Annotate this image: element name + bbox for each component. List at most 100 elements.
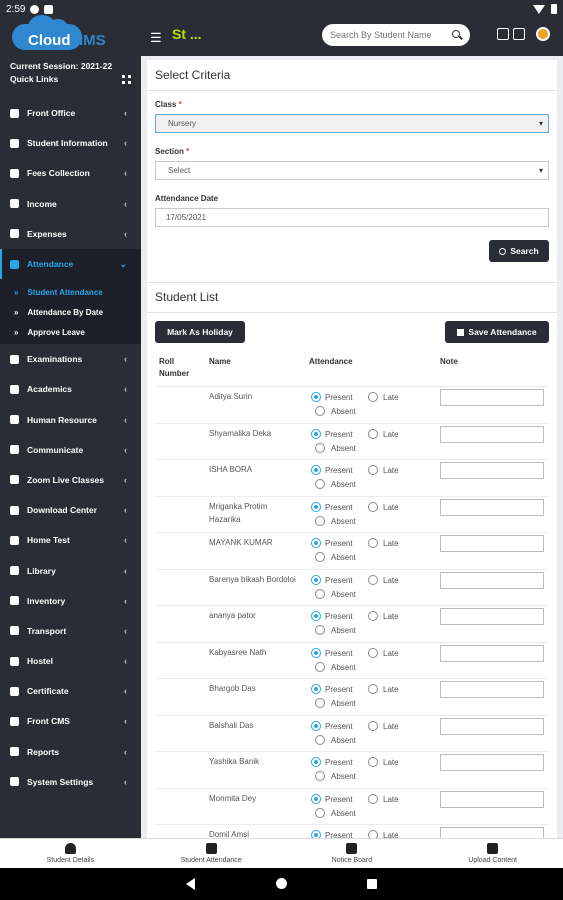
note-input[interactable] [440, 425, 544, 443]
sidebar-item-label: Zoom Live Classes [27, 474, 105, 485]
sidebar-item-front-office[interactable]: Front Office ‹ [0, 98, 141, 128]
sidebar-item-income[interactable]: Income ‹ [0, 189, 141, 219]
sidebar-item-library[interactable]: Library ‹ [0, 555, 141, 585]
sidebar-item-front-cms[interactable]: Front CMS ‹ [0, 706, 141, 736]
bottom-nav-student-attendance[interactable]: Student Attendance [141, 839, 282, 868]
note-input[interactable] [440, 608, 544, 625]
sidebar-item-communicate[interactable]: Communicate ‹ [0, 435, 141, 465]
late-radio[interactable] [368, 684, 378, 694]
sidebar-item-examinations[interactable]: Examinations ‹ [0, 344, 141, 374]
late-radio[interactable] [368, 757, 378, 767]
present-radio[interactable] [311, 830, 321, 838]
sidebar-item-transport[interactable]: Transport ‹ [0, 616, 141, 646]
absent-radio[interactable] [315, 625, 325, 635]
avatar[interactable] [536, 27, 550, 41]
sidebar-item-system-settings[interactable]: System Settings ‹ [0, 767, 141, 797]
submenu-student-attendance[interactable]: » Student Attendance [0, 282, 141, 302]
absent-radio[interactable] [315, 734, 325, 745]
present-radio[interactable] [311, 574, 321, 585]
menu-icon[interactable]: ☰ [150, 30, 162, 46]
sidebar-item-expenses[interactable]: Expenses ‹ [0, 219, 141, 249]
late-radio[interactable] [368, 830, 378, 838]
section-select[interactable]: Select ▾ [155, 161, 549, 180]
present-radio[interactable] [311, 757, 321, 767]
note-input[interactable] [440, 644, 544, 662]
sidebar-item-fees-collection[interactable]: Fees Collection ‹ [0, 158, 141, 188]
note-input[interactable] [440, 681, 544, 698]
map-icon [10, 354, 19, 364]
search-button[interactable]: Search [489, 240, 549, 262]
present-radio[interactable] [311, 611, 321, 621]
present-radio[interactable] [311, 720, 321, 731]
grid-icon[interactable] [122, 75, 131, 84]
note-input[interactable] [440, 754, 544, 771]
sidebar-item-certificate[interactable]: Certificate ‹ [0, 676, 141, 706]
sidebar-item-inventory[interactable]: Inventory ‹ [0, 586, 141, 616]
sidebar-item-human-resource[interactable]: Human Resource ‹ [0, 405, 141, 435]
attendance-date-input[interactable]: 17/05/2021 [155, 208, 549, 227]
late-radio[interactable] [368, 538, 378, 548]
late-radio[interactable] [368, 611, 378, 621]
present-radio[interactable] [311, 501, 321, 512]
mark-as-holiday-button[interactable]: Mark As Holiday [155, 321, 245, 343]
late-radio[interactable] [368, 392, 378, 402]
note-input[interactable] [440, 790, 544, 808]
note-input[interactable] [440, 827, 544, 838]
absent-radio[interactable] [315, 552, 325, 562]
present-radio[interactable] [311, 465, 321, 475]
present-radio[interactable] [311, 428, 321, 439]
sidebar-item-student-information[interactable]: Student Information ‹ [0, 128, 141, 158]
late-radio[interactable] [368, 465, 378, 475]
sidebar-item-home-test[interactable]: Home Test ‹ [0, 525, 141, 555]
late-radio[interactable] [368, 428, 378, 439]
quick-links[interactable]: Quick Links [10, 73, 58, 86]
late-radio[interactable] [368, 720, 378, 731]
absent-radio[interactable] [315, 479, 325, 489]
absent-radio[interactable] [315, 442, 325, 453]
note-input[interactable] [440, 535, 544, 552]
sidebar-item-download-center[interactable]: Download Center ‹ [0, 495, 141, 525]
app-logo[interactable]: Cloud IMS [12, 15, 122, 54]
sidebar-item-reports[interactable]: Reports ‹ [0, 737, 141, 767]
bottom-nav-upload-content[interactable]: Upload Content [422, 839, 563, 868]
sidebar-item-attendance[interactable]: Attendance ⌄ [0, 248, 141, 280]
home-icon[interactable] [276, 878, 287, 889]
late-radio[interactable] [368, 647, 378, 658]
calendar-icon[interactable] [497, 28, 509, 40]
task-check-icon[interactable] [513, 28, 525, 40]
present-radio[interactable] [311, 684, 321, 694]
present-radio[interactable] [311, 793, 321, 804]
save-attendance-button[interactable]: Save Attendance [445, 321, 549, 343]
bottom-nav-notice-board[interactable]: Notice Board [282, 839, 423, 868]
present-radio[interactable] [311, 392, 321, 402]
absent-radio[interactable] [315, 807, 325, 818]
present-radio[interactable] [311, 647, 321, 658]
note-input[interactable] [440, 498, 544, 516]
back-icon[interactable] [186, 878, 195, 890]
note-input[interactable] [440, 389, 544, 406]
submenu-attendance-by-date[interactable]: » Attendance By Date [0, 302, 141, 322]
absent-radio[interactable] [315, 515, 325, 526]
bottom-nav-student-details[interactable]: Student Details [0, 839, 141, 868]
absent-radio[interactable] [315, 771, 325, 781]
note-input[interactable] [440, 571, 544, 589]
absent-radio[interactable] [315, 588, 325, 599]
absent-radio[interactable] [315, 406, 325, 416]
absent-radio[interactable] [315, 698, 325, 708]
class-select[interactable]: Nursery ▾ [155, 114, 549, 133]
note-input[interactable] [440, 717, 544, 735]
sidebar-item-academics[interactable]: Academics ‹ [0, 374, 141, 404]
student-name: Kabyasree Nath [209, 647, 267, 657]
late-radio[interactable] [368, 574, 378, 585]
search-input[interactable] [330, 30, 442, 40]
recent-apps-icon[interactable] [367, 879, 377, 889]
sidebar-item-hostel[interactable]: Hostel ‹ [0, 646, 141, 676]
absent-radio[interactable] [315, 661, 325, 672]
present-radio[interactable] [311, 538, 321, 548]
submenu-approve-leave[interactable]: » Approve Leave [0, 322, 141, 342]
late-radio[interactable] [368, 501, 378, 512]
sidebar-item-zoom-live-classes[interactable]: Zoom Live Classes ‹ [0, 465, 141, 495]
late-radio[interactable] [368, 793, 378, 804]
search-icon[interactable] [452, 30, 462, 40]
note-input[interactable] [440, 462, 544, 479]
